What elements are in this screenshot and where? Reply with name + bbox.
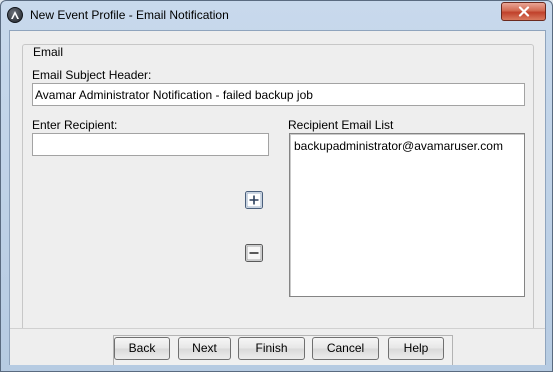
minus-icon: [245, 244, 263, 262]
title-bar[interactable]: New Event Profile - Email Notification: [1, 1, 552, 30]
recipient-email-list[interactable]: backupadministrator@avamaruser.com: [289, 133, 525, 297]
avamar-logo-icon: [7, 7, 23, 23]
remove-recipient-button[interactable]: [245, 244, 263, 262]
email-group-legend: Email: [30, 45, 67, 59]
help-button[interactable]: Help: [388, 337, 444, 360]
close-button[interactable]: [501, 2, 546, 21]
enter-recipient-label: Enter Recipient:: [32, 118, 118, 132]
recipient-input[interactable]: [32, 133, 269, 156]
back-button[interactable]: Back: [114, 337, 170, 360]
add-recipient-button[interactable]: [245, 191, 263, 209]
close-icon: [518, 6, 530, 17]
finish-button[interactable]: Finish: [238, 337, 305, 360]
subject-header-label: Email Subject Header:: [32, 68, 152, 82]
cancel-button[interactable]: Cancel: [312, 337, 379, 360]
window-title: New Event Profile - Email Notification: [30, 8, 229, 22]
next-button[interactable]: Next: [178, 337, 231, 360]
plus-icon: [245, 191, 263, 209]
list-item[interactable]: backupadministrator@avamaruser.com: [294, 139, 503, 153]
subject-header-input[interactable]: [32, 83, 525, 106]
recipient-list-label: Recipient Email List: [288, 118, 394, 132]
dialog-content: Email Email Subject Header: Enter Recipi…: [9, 30, 546, 365]
dialog-window: New Event Profile - Email Notification E…: [0, 0, 553, 372]
